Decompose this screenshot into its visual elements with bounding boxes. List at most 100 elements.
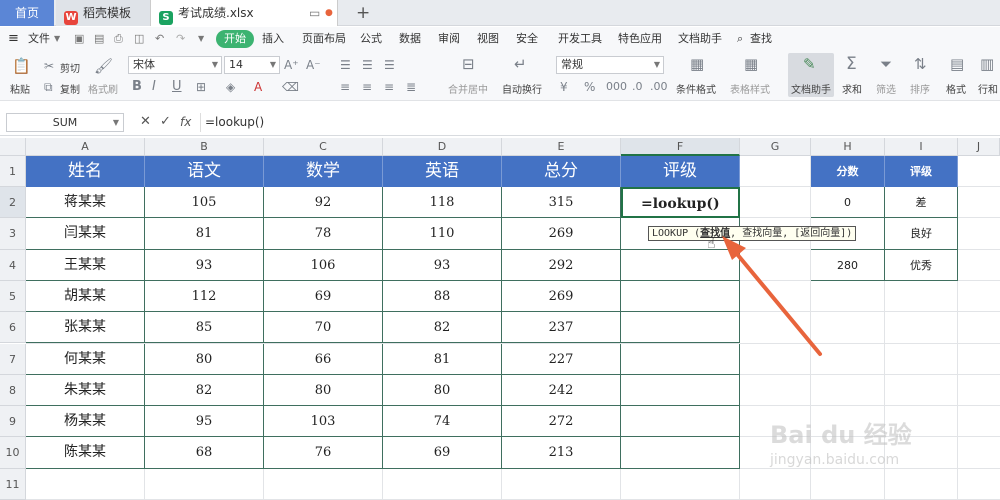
row-header-3[interactable]: 3 bbox=[0, 218, 26, 250]
table-header-cell[interactable]: 英语 bbox=[383, 156, 502, 187]
row-header-2[interactable]: 2 bbox=[0, 187, 26, 219]
filter-button[interactable]: 筛选 bbox=[876, 81, 896, 96]
new-tab-icon[interactable]: + bbox=[356, 0, 370, 26]
search-icon[interactable]: ⌕ bbox=[737, 31, 743, 47]
table-cell[interactable]: 张某某 bbox=[26, 312, 145, 344]
cut-button[interactable]: 剪切 bbox=[60, 60, 80, 75]
column-header-g[interactable]: G bbox=[740, 138, 811, 156]
preview-icon[interactable]: ◫ bbox=[134, 31, 144, 47]
table-cell[interactable]: 80 bbox=[383, 374, 502, 407]
table-cell[interactable]: 81 bbox=[145, 218, 264, 250]
active-cell-f2[interactable]: =lookup() bbox=[621, 187, 740, 219]
conditional-format-button[interactable]: 条件格式 bbox=[676, 81, 716, 96]
table-cell[interactable]: 92 bbox=[264, 187, 383, 219]
undo-icon[interactable]: ↶ bbox=[155, 31, 164, 47]
cancel-icon[interactable]: ✕ bbox=[140, 114, 151, 129]
table-cell[interactable]: 269 bbox=[502, 218, 621, 250]
menu-page-layout[interactable]: 页面布局 bbox=[302, 31, 346, 47]
table-cell[interactable]: 胡某某 bbox=[26, 280, 145, 313]
column-header-d[interactable]: D bbox=[383, 138, 502, 156]
table-header-cell[interactable]: 姓名 bbox=[26, 156, 145, 187]
rating-cell[interactable] bbox=[621, 374, 740, 407]
table-cell[interactable]: 82 bbox=[383, 312, 502, 344]
row-header-8[interactable]: 8 bbox=[0, 374, 26, 407]
percent-icon[interactable]: % bbox=[584, 78, 595, 96]
menu-formula[interactable]: 公式 bbox=[360, 31, 382, 47]
decimal-increase-icon[interactable]: .0 bbox=[632, 78, 643, 96]
row-header-1[interactable]: 1 bbox=[0, 156, 26, 187]
row-header-5[interactable]: 5 bbox=[0, 280, 26, 313]
confirm-icon[interactable]: ✓ bbox=[160, 114, 171, 129]
table-cell[interactable]: 闫某某 bbox=[26, 218, 145, 250]
table-cell[interactable]: 110 bbox=[383, 218, 502, 250]
table-cell[interactable]: 227 bbox=[502, 343, 621, 375]
sum-icon[interactable]: Σ bbox=[846, 55, 857, 73]
table-cell[interactable]: 68 bbox=[145, 437, 264, 469]
column-header-e[interactable]: E bbox=[502, 138, 621, 156]
table-cell[interactable]: 80 bbox=[145, 343, 264, 375]
align-center-icon[interactable]: ≡ bbox=[362, 78, 372, 96]
table-cell[interactable]: 66 bbox=[264, 343, 383, 375]
border-icon[interactable]: ⊞ bbox=[196, 78, 206, 96]
tab-file[interactable]: S 考试成绩.xlsx ▭ ● bbox=[150, 0, 338, 26]
export-icon[interactable]: ▤ bbox=[94, 31, 104, 47]
clear-icon[interactable]: ⌫ bbox=[282, 78, 299, 96]
table-cell[interactable]: 杨某某 bbox=[26, 406, 145, 438]
merge-icon[interactable]: ⊟ bbox=[462, 55, 475, 73]
column-header-h[interactable]: H bbox=[811, 138, 885, 156]
menu-search[interactable]: 查找 bbox=[750, 31, 772, 47]
table-cell[interactable]: 76 bbox=[264, 437, 383, 469]
table-cell[interactable]: 118 bbox=[383, 187, 502, 219]
tab-home[interactable]: 首页 bbox=[0, 0, 54, 26]
lookup-header-cell[interactable]: 分数 bbox=[811, 156, 885, 187]
table-cell[interactable]: 朱某某 bbox=[26, 374, 145, 407]
table-cell[interactable]: 70 bbox=[264, 312, 383, 344]
fill-color-icon[interactable]: ◈ bbox=[226, 78, 235, 96]
monitor-icon[interactable]: ▭ bbox=[309, 0, 320, 26]
table-header-cell[interactable]: 总分 bbox=[502, 156, 621, 187]
column-header-f[interactable]: F bbox=[621, 138, 740, 156]
menu-file[interactable]: 文件 bbox=[28, 31, 50, 47]
table-cell[interactable]: 105 bbox=[145, 187, 264, 219]
table-cell[interactable]: 蒋某某 bbox=[26, 187, 145, 219]
table-cell[interactable]: 78 bbox=[264, 218, 383, 250]
table-header-cell[interactable]: 评级 bbox=[621, 156, 740, 187]
row-header-6[interactable]: 6 bbox=[0, 312, 26, 344]
table-cell[interactable]: 69 bbox=[383, 437, 502, 469]
name-box[interactable]: SUM ▼ bbox=[6, 113, 124, 132]
menu-data[interactable]: 数据 bbox=[399, 31, 421, 47]
wrap-text-icon[interactable]: ↵ bbox=[514, 55, 527, 73]
table-cell[interactable]: 106 bbox=[264, 249, 383, 281]
table-cell[interactable]: 88 bbox=[383, 280, 502, 313]
more-icon[interactable]: ▼ bbox=[198, 31, 204, 47]
menu-special[interactable]: 特色应用 bbox=[618, 31, 662, 47]
table-cell[interactable]: 82 bbox=[145, 374, 264, 407]
number-format-select[interactable]: 常规 ▼ bbox=[556, 56, 664, 74]
chevron-down-icon[interactable]: ▼ bbox=[54, 31, 60, 47]
table-cell[interactable]: 陈某某 bbox=[26, 437, 145, 469]
paste-icon[interactable]: 📋 bbox=[12, 57, 31, 75]
format-icon[interactable]: ▤ bbox=[950, 55, 964, 73]
column-header-b[interactable]: B bbox=[145, 138, 264, 156]
conditional-format-icon[interactable]: ▦ bbox=[690, 55, 704, 73]
column-header-a[interactable]: A bbox=[26, 138, 145, 156]
row-header-9[interactable]: 9 bbox=[0, 406, 26, 438]
menu-view[interactable]: 视图 bbox=[477, 31, 499, 47]
decimal-decrease-icon[interactable]: .00 bbox=[650, 78, 668, 96]
align-left-icon[interactable]: ≡ bbox=[340, 78, 350, 96]
lookup-header-cell[interactable]: 评级 bbox=[885, 156, 958, 187]
copy-icon[interactable]: ⧉ bbox=[44, 78, 53, 96]
sort-button[interactable]: 排序 bbox=[910, 81, 930, 96]
menu-security[interactable]: 安全 bbox=[516, 31, 538, 47]
save-icon[interactable]: ▣ bbox=[74, 31, 84, 47]
rating-cell[interactable] bbox=[621, 437, 740, 469]
table-cell[interactable]: 272 bbox=[502, 406, 621, 438]
formula-input[interactable]: =lookup() bbox=[200, 113, 990, 132]
menu-doc-helper[interactable]: 文档助手 bbox=[678, 31, 722, 47]
scissors-icon[interactable]: ✂ bbox=[44, 57, 54, 75]
table-cell[interactable]: 王某某 bbox=[26, 249, 145, 281]
font-color-icon[interactable]: A bbox=[254, 78, 262, 96]
table-cell[interactable]: 103 bbox=[264, 406, 383, 438]
table-cell[interactable]: 81 bbox=[383, 343, 502, 375]
table-cell[interactable]: 93 bbox=[145, 249, 264, 281]
